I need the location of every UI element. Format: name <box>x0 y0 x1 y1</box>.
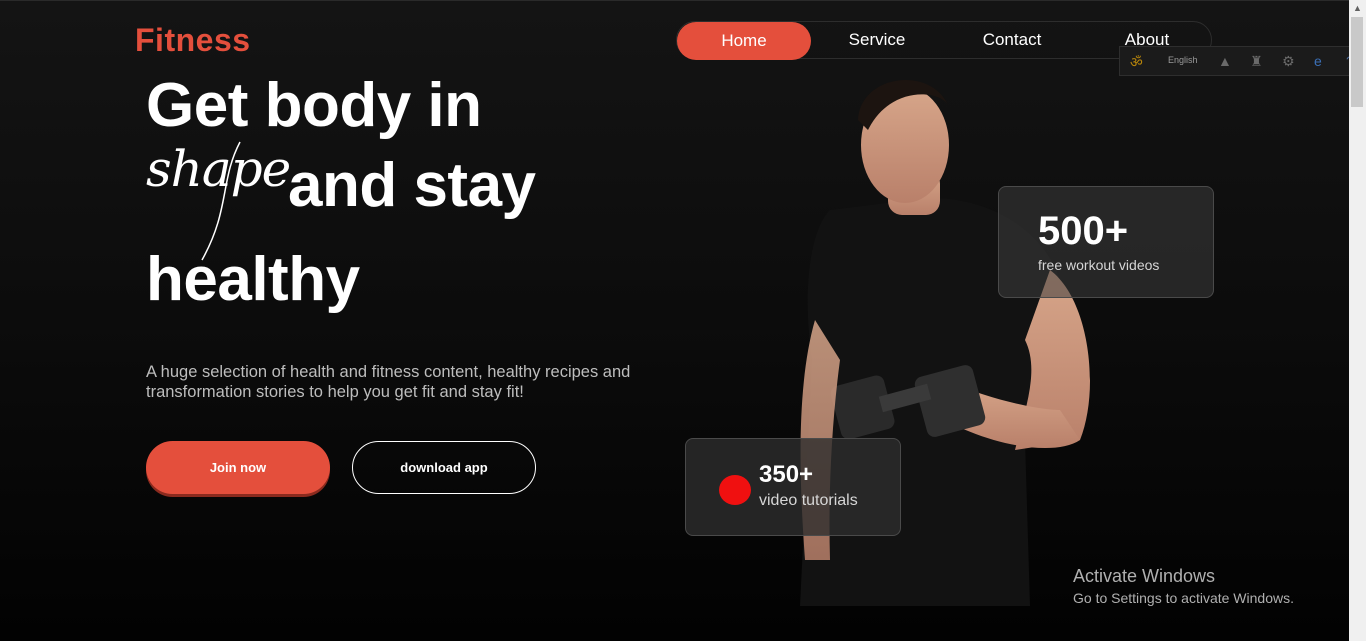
stat-label: free workout videos <box>1038 257 1160 273</box>
browser-extension-toolbar: ॐ English ▲ ♜ ⚙ e ? <box>1119 46 1366 76</box>
top-border <box>0 0 1366 1</box>
stat-label: video tutorials <box>759 492 858 509</box>
scrollbar-thumb[interactable] <box>1351 17 1363 107</box>
vertical-scrollbar[interactable]: ▲ <box>1349 0 1366 641</box>
language-select[interactable]: English <box>1168 55 1198 65</box>
hero-title-line1: Get body in <box>146 71 482 140</box>
site-logo[interactable]: Fitness <box>135 22 251 59</box>
nav-contact[interactable]: Contact <box>952 22 1072 60</box>
record-dot-icon <box>719 475 751 505</box>
windows-activation-watermark: Activate Windows Go to Settings to activ… <box>1073 566 1294 606</box>
hero-title-line3: healthy <box>146 245 360 314</box>
hero-title-line2: and stay <box>288 151 536 220</box>
stat-number: 350+ <box>759 461 814 488</box>
ie-icon[interactable]: e <box>1314 53 1322 69</box>
watermark-title: Activate Windows <box>1073 566 1216 586</box>
nav-home[interactable]: Home <box>677 22 811 60</box>
translate-icon[interactable]: ॐ <box>1130 53 1143 72</box>
gear-icon[interactable]: ⚙ <box>1282 53 1295 70</box>
hat-icon[interactable]: ▲ <box>1218 53 1232 69</box>
scroll-up-arrow-icon[interactable]: ▲ <box>1353 3 1362 13</box>
join-now-button[interactable]: Join now <box>146 441 330 494</box>
hero-description: A huge selection of health and fitness c… <box>146 363 631 401</box>
stat-card-workout-videos: 500+ free workout videos <box>998 186 1214 298</box>
person-icon[interactable]: ♜ <box>1250 53 1263 70</box>
download-app-button[interactable]: download app <box>352 441 536 494</box>
stat-number: 500+ <box>1038 209 1129 253</box>
stat-card-video-tutorials: 350+ video tutorials <box>685 438 901 536</box>
nav-service[interactable]: Service <box>817 22 937 60</box>
watermark-subtitle: Go to Settings to activate Windows. <box>1073 590 1294 606</box>
